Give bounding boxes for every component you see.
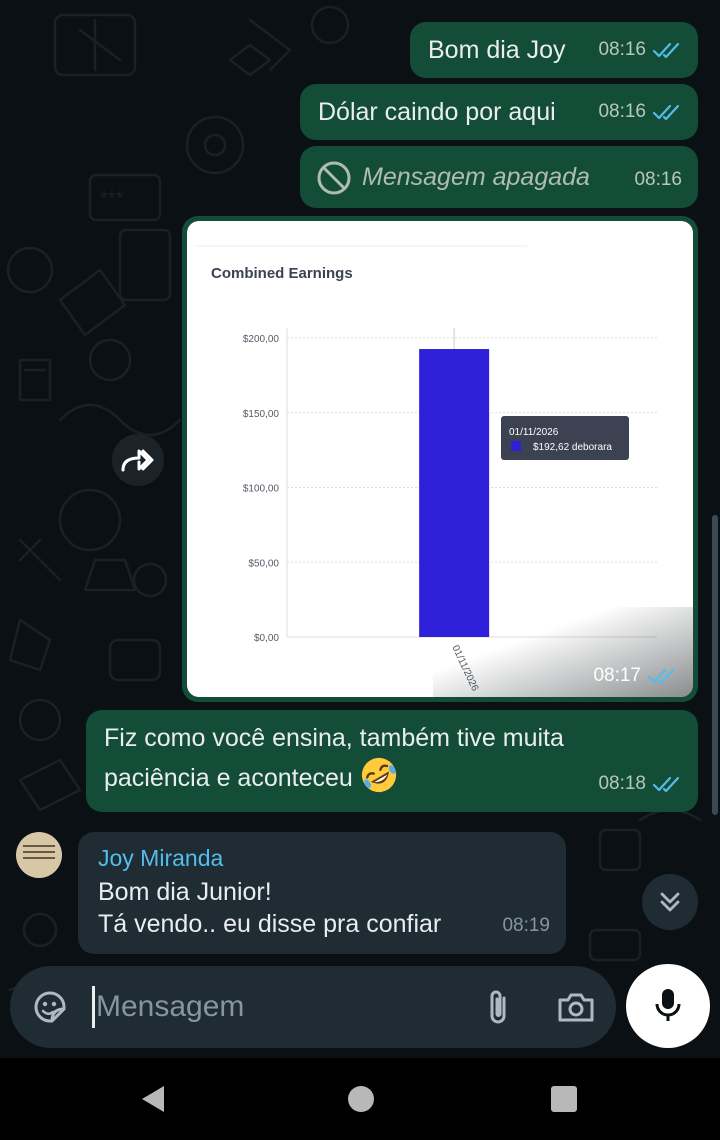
y-tick-label: $100,00 (243, 484, 280, 495)
message-time: 08:16 (598, 39, 646, 60)
message-text: Bom dia Junior! (98, 878, 272, 906)
message-meta: 08:16 (598, 94, 682, 130)
paperclip-icon[interactable] (478, 986, 518, 1028)
text-caret (92, 986, 95, 1028)
forward-icon (121, 449, 154, 472)
y-tick-label: $150,00 (243, 409, 280, 420)
svg-text:***: *** (100, 188, 124, 210)
chart-bar (419, 349, 490, 637)
block-icon (317, 161, 351, 195)
chart-image[interactable]: Combined Earnings $0,00 $50,00 $100,00 $150… (187, 221, 693, 697)
message-text: Fiz como você ensina, também tive muita … (104, 720, 644, 796)
forward-button[interactable] (112, 434, 164, 486)
system-navigation-bar (0, 1058, 720, 1140)
rolling-laughing-emoji-icon (361, 757, 396, 793)
avatar-image (23, 845, 55, 863)
camera-icon[interactable] (556, 988, 596, 1026)
message-input[interactable] (96, 984, 456, 1030)
scroll-to-bottom-button[interactable] (642, 874, 698, 930)
message-meta: 08:19 (502, 908, 550, 944)
message-time: 08:16 (634, 169, 682, 190)
home-icon[interactable] (348, 1086, 374, 1112)
y-tick-label: $50,00 (248, 558, 279, 569)
y-tick-label: $200,00 (243, 334, 280, 345)
tooltip-date: 01/11/2026 (509, 427, 559, 438)
message-meta: 08:17 (593, 665, 677, 687)
double-chevron-down-icon (660, 892, 680, 912)
chart-tooltip (501, 416, 629, 460)
message-bubble-outgoing[interactable]: Bom dia Joy 08:16 (410, 22, 698, 78)
message-composer (10, 966, 616, 1048)
message-bubble-outgoing[interactable]: Fiz como você ensina, também tive muita … (86, 710, 698, 812)
double-check-icon (652, 104, 680, 121)
image-message-bubble[interactable]: Combined Earnings $0,00 $50,00 $100,00 $150… (182, 216, 698, 702)
message-time: 08:18 (598, 773, 646, 794)
tooltip-swatch (511, 441, 521, 451)
deleted-message-text: Mensagem apagada (362, 163, 590, 191)
back-icon[interactable] (140, 1084, 166, 1114)
message-time: 08:19 (502, 915, 550, 936)
tooltip-label: $192,62 deborara (533, 442, 612, 453)
scrollbar[interactable] (712, 515, 718, 815)
double-check-icon (652, 42, 680, 59)
message-time: 08:17 (593, 665, 641, 686)
double-check-icon (647, 668, 675, 685)
voice-message-button[interactable] (626, 964, 710, 1048)
message-time: 08:16 (598, 101, 646, 122)
y-tick-label: $0,00 (254, 633, 279, 644)
message-meta: 08:16 (634, 162, 682, 198)
message-bubble-incoming[interactable]: Joy Miranda Bom dia Junior! Tá vendo.. e… (78, 832, 566, 954)
microphone-icon (655, 989, 681, 1021)
message-meta: 08:16 (598, 32, 682, 68)
message-text: Tá vendo.. eu disse pra confiar (98, 910, 442, 938)
avatar[interactable] (16, 832, 62, 878)
recent-apps-icon[interactable] (551, 1086, 577, 1112)
message-text: Dólar caindo por aqui (318, 98, 556, 126)
message-body: Fiz como você ensina, também tive muita … (104, 724, 564, 792)
message-text: Bom dia Joy (428, 36, 566, 64)
double-check-icon (652, 776, 680, 793)
message-bubble-outgoing[interactable]: Dólar caindo por aqui 08:16 (300, 84, 698, 140)
deleted-message-bubble[interactable]: Mensagem apagada 08:16 (300, 146, 698, 208)
sender-name[interactable]: Joy Miranda (98, 840, 223, 876)
sticker-icon[interactable] (30, 987, 70, 1027)
message-meta: 08:18 (598, 766, 682, 802)
